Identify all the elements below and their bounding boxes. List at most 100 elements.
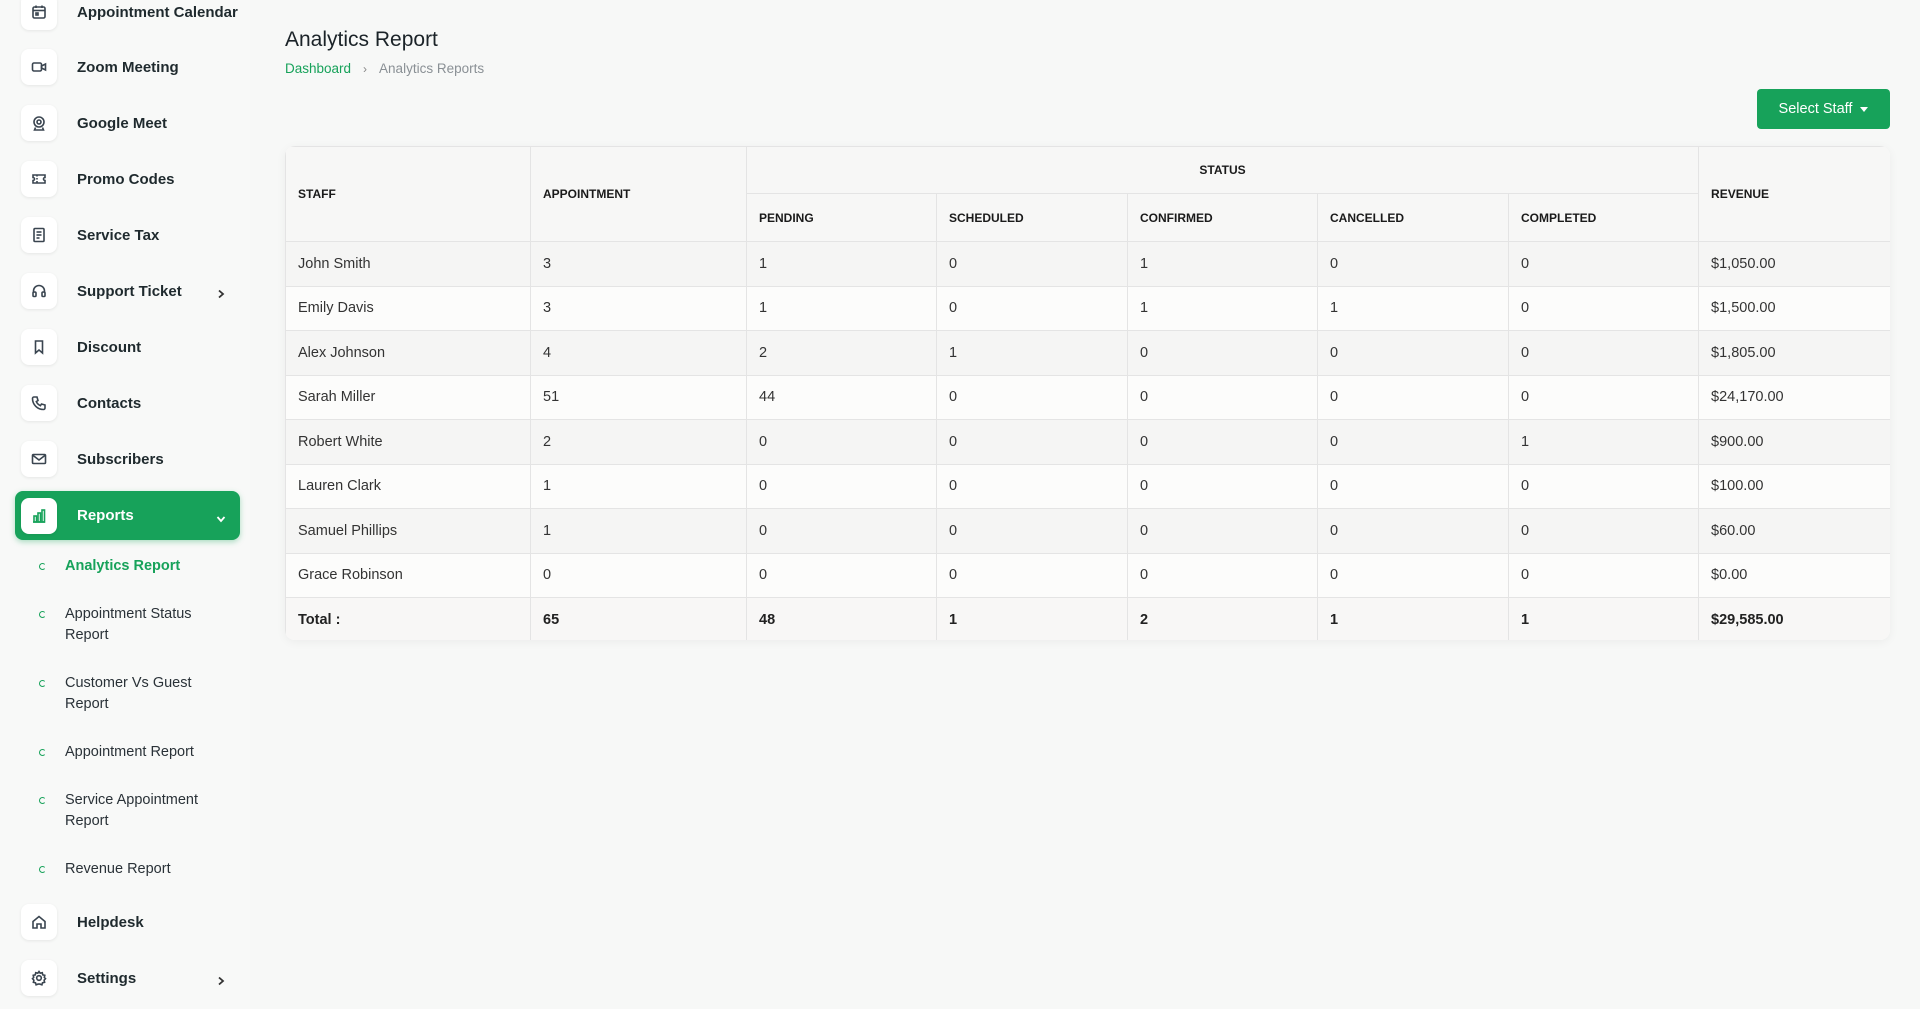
select-staff-button[interactable]: Select Staff [1757,89,1890,129]
home-icon [21,904,57,940]
cell-pending: 0 [746,553,937,598]
column-header-cancelled: CANCELLED [1317,193,1509,242]
column-header-pending: PENDING [746,193,937,242]
sidebar-item-label: Service Tax [77,226,160,244]
cell-confirmed: 1 [1127,241,1318,287]
bookmark-icon [21,329,57,365]
cell-scheduled: 0 [936,508,1128,554]
sidebar-subitem-analytics-report[interactable]: Analytics Report [38,556,233,577]
cell-appointment: 3 [530,286,747,331]
receipt-icon [21,217,57,253]
cell-staff: Emily Davis [285,286,531,331]
sidebar-subitem-appointment-status-report[interactable]: Appointment Status Report [38,604,233,646]
sidebar-item-label: Reports [77,507,134,524]
sidebar-item-contacts[interactable]: Contacts [15,379,240,427]
sidebar: Appointment Calendar Zoom Meeting Google… [0,0,250,1009]
cell-revenue: $24,170.00 [1698,375,1890,420]
sidebar-item-service-tax[interactable]: Service Tax [15,211,240,259]
cell-confirmed: 0 [1127,419,1318,465]
sidebar-item-label: Zoom Meeting [77,58,179,76]
sidebar-item-label: Appointment Calendar [77,3,238,21]
column-header-scheduled: SCHEDULED [936,193,1128,242]
sidebar-item-label: Promo Codes [77,170,175,188]
bullet-icon [39,797,46,804]
cell-scheduled: 0 [936,464,1128,509]
cell-appointment: 1 [530,508,747,554]
sidebar-subitem-customer-vs-guest-report[interactable]: Customer Vs Guest Report [38,673,233,715]
table-row: Alex Johnson 4 2 1 0 0 0 $1,805.00 [285,330,1890,376]
analytics-table: STAFF APPOINTMENT STATUS REVENUE PENDING… [285,146,1890,640]
cell-scheduled: 0 [936,419,1128,465]
cell-appointment: 2 [530,419,747,465]
webcam-icon [21,105,57,141]
sidebar-subitem-service-appointment-report[interactable]: Service Appointment Report [38,790,233,832]
cell-cancelled: 0 [1317,508,1509,554]
total-completed: 1 [1507,597,1700,640]
sidebar-subitem-label: Revenue Report [65,861,171,877]
column-header-staff: STAFF [285,146,531,242]
sidebar-item-appointment-calendar[interactable]: Appointment Calendar [15,0,240,36]
sidebar-item-zoom-meeting[interactable]: Zoom Meeting [15,43,240,91]
sidebar-item-label: Support Ticket [77,282,182,300]
chevron-down-icon [216,511,226,522]
sidebar-item-label: Discount [77,338,142,356]
page-title: Analytics Report [285,28,438,51]
cell-completed: 0 [1507,464,1700,509]
headset-icon [21,273,57,309]
total-scheduled: 1 [936,597,1128,640]
sidebar-item-subscribers[interactable]: Subscribers [15,435,240,483]
sidebar-item-discount[interactable]: Discount [15,323,240,371]
cell-staff: Samuel Phillips [285,508,531,554]
sidebar-subitem-appointment-report[interactable]: Appointment Report [38,742,233,763]
chevron-right-icon [216,286,226,299]
sidebar-subitem-label: Analytics Report [65,558,181,574]
cell-confirmed: 1 [1127,286,1318,331]
cell-pending: 0 [746,464,937,509]
sidebar-item-promo-codes[interactable]: Promo Codes [15,155,240,203]
gear-icon [21,960,57,996]
cell-staff: Alex Johnson [285,330,531,376]
sidebar-item-support-ticket[interactable]: Support Ticket [15,267,240,315]
cell-completed: 0 [1507,508,1700,554]
cell-scheduled: 0 [936,553,1128,598]
cell-appointment: 51 [530,375,747,420]
total-revenue: $29,585.00 [1698,597,1890,640]
cell-completed: 0 [1507,330,1700,376]
sidebar-item-label: Subscribers [77,450,164,468]
breadcrumb-separator-icon: › [363,61,368,76]
cell-cancelled: 0 [1317,241,1509,287]
sidebar-item-google-meet[interactable]: Google Meet [15,99,240,147]
cell-completed: 1 [1507,419,1700,465]
bullet-icon [39,563,46,570]
cell-cancelled: 0 [1317,464,1509,509]
table-row: Emily Davis 3 1 0 1 1 0 $1,500.00 [285,286,1890,331]
sidebar-subitem-revenue-report[interactable]: Revenue Report [38,859,233,880]
total-confirmed: 2 [1127,597,1318,640]
sidebar-item-settings[interactable]: Settings [15,954,240,1002]
cell-pending: 0 [746,419,937,465]
column-header-completed: COMPLETED [1507,193,1700,242]
cell-revenue: $900.00 [1698,419,1890,465]
sidebar-item-helpdesk[interactable]: Helpdesk [15,898,240,946]
table-row: Sarah Miller 51 44 0 0 0 0 $24,170.00 [285,375,1890,420]
cell-scheduled: 0 [936,286,1128,331]
cell-revenue: $1,805.00 [1698,330,1890,376]
column-header-confirmed: CONFIRMED [1127,193,1318,242]
sidebar-item-label: Helpdesk [77,913,144,931]
cell-scheduled: 0 [936,241,1128,287]
cell-confirmed: 0 [1127,464,1318,509]
cell-appointment: 1 [530,464,747,509]
sidebar-item-reports[interactable]: Reports [15,491,240,540]
cell-pending: 1 [746,286,937,331]
table-row: Robert White 2 0 0 0 0 1 $900.00 [285,419,1890,465]
cell-revenue: $1,050.00 [1698,241,1890,287]
cell-confirmed: 0 [1127,330,1318,376]
cell-cancelled: 0 [1317,419,1509,465]
breadcrumb-link-dashboard[interactable]: Dashboard [285,61,351,76]
calendar-icon [21,0,57,30]
total-pending: 48 [746,597,937,640]
cell-scheduled: 1 [936,330,1128,376]
total-cancelled: 1 [1317,597,1509,640]
sidebar-item-label: Contacts [77,394,142,412]
cell-confirmed: 0 [1127,553,1318,598]
